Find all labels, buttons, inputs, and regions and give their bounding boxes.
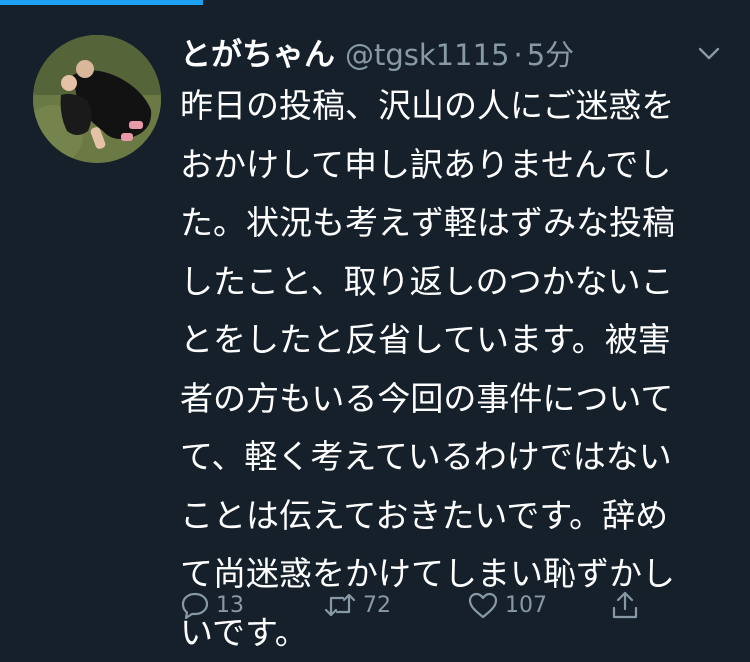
tweet-text-line: とをしたと反省しています。被害 [180,311,735,370]
separator-dot: · [513,38,522,72]
tweet-card[interactable]: とがちゃん @tgsk1115 · 5分 昨日の投稿、沢山の人にご迷惑を おかけ… [0,5,750,635]
reply-count: 13 [216,593,244,618]
tweet-text-line: て、軽く考えているわけではない [180,428,735,487]
heart-icon [467,591,499,619]
display-name[interactable]: とがちゃん [180,29,335,74]
avatar-photo [33,35,161,163]
tweet-text-line: 昨日の投稿、沢山の人にご迷惑を [180,77,735,136]
retweet-count: 72 [363,593,391,618]
share-button[interactable] [610,583,640,627]
tweet-actions: 13 72 107 [180,583,650,627]
retweet-icon [323,591,357,619]
tweet-text: 昨日の投稿、沢山の人にご迷惑を おかけして申し訳ありませんでし た。状況も考えず… [180,77,735,662]
share-icon [610,590,640,620]
user-handle[interactable]: @tgsk1115 [345,38,509,72]
avatar[interactable] [33,35,161,163]
like-button[interactable]: 107 [467,583,547,627]
reply-icon [180,591,210,619]
tweet-text-line: 者の方もいる今回の事件について [180,370,735,429]
tweet-header: とがちゃん @tgsk1115 · 5分 [180,29,574,73]
more-options-button[interactable] [694,41,724,67]
tweet-text-line: ことは伝えておきたいです。辞め [180,487,735,546]
chevron-down-icon [698,47,720,61]
tweet-text-line: た。状況も考えず軽はずみな投稿 [180,194,735,253]
timestamp[interactable]: 5分 [527,32,574,74]
tweet-text-line: おかけして申し訳ありませんでし [180,136,735,195]
retweet-button[interactable]: 72 [323,583,391,627]
like-count: 107 [505,593,547,618]
reply-button[interactable]: 13 [180,583,244,627]
tweet-text-line: したこと、取り返しのつかないこ [180,253,735,312]
